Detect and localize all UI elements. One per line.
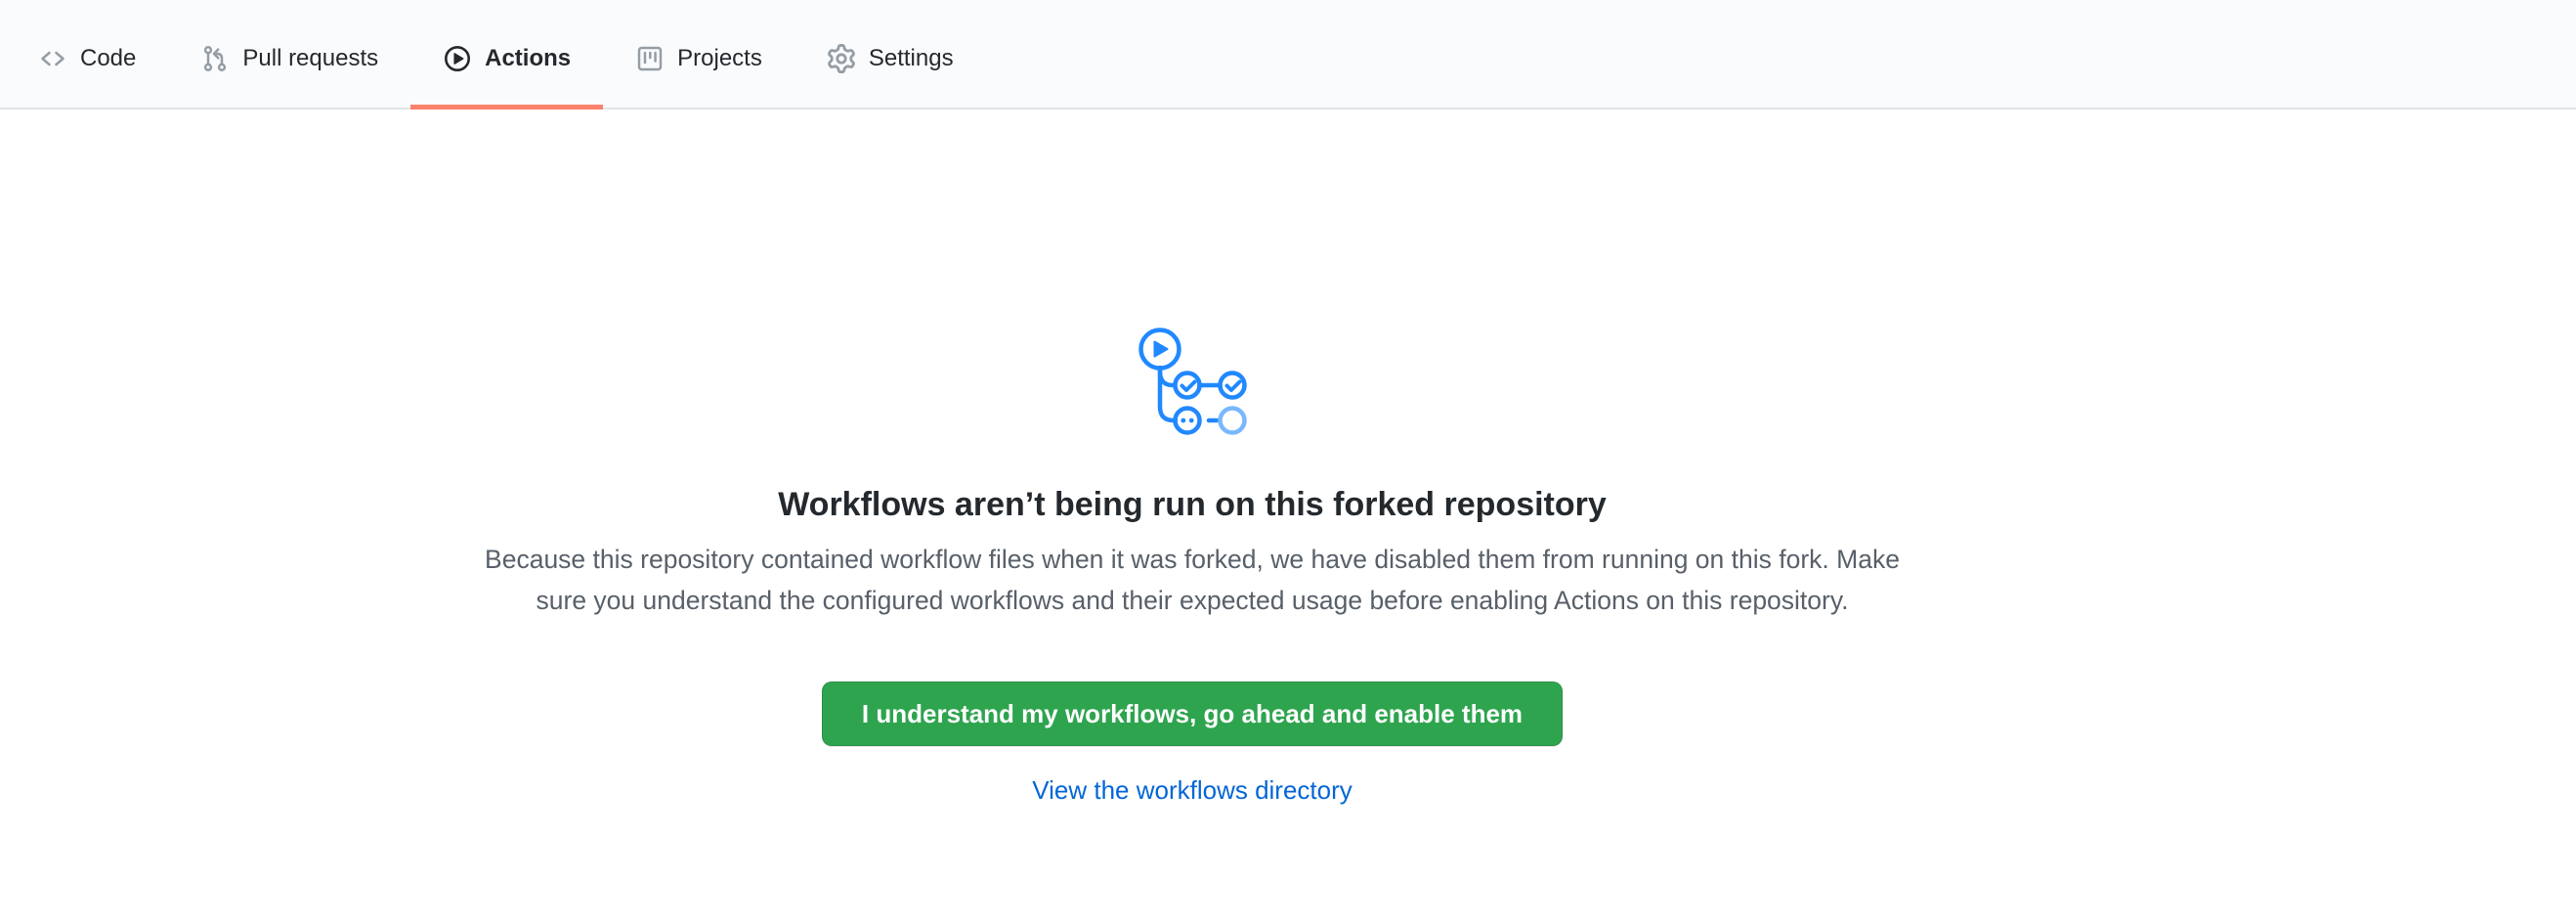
tab-label: Projects	[677, 47, 762, 70]
view-workflows-directory-link[interactable]: View the workflows directory	[1032, 775, 1352, 805]
play-circle-icon	[443, 44, 472, 73]
gear-icon	[827, 44, 856, 73]
project-board-icon	[635, 44, 665, 73]
tab-label: Pull requests	[242, 47, 378, 70]
page-title: Workflows aren’t being run on this forke…	[0, 484, 2384, 525]
description-line-1: Because this repository contained workfl…	[362, 539, 2023, 580]
workflows-link-row: View the workflows directory	[0, 775, 2384, 806]
actions-disabled-blankslate: Workflows aren’t being run on this forke…	[0, 327, 2384, 806]
code-icon	[38, 44, 67, 73]
tab-code[interactable]: Code	[6, 0, 168, 108]
tab-label: Code	[80, 47, 136, 70]
description-text: Because this repository contained workfl…	[362, 539, 2023, 621]
tab-pull-requests[interactable]: Pull requests	[168, 0, 410, 108]
workflow-graph-icon	[0, 327, 2384, 445]
tab-settings[interactable]: Settings	[794, 0, 986, 108]
repo-tab-bar: Code Pull requests Actions	[0, 0, 2576, 110]
tab-actions[interactable]: Actions	[410, 0, 603, 108]
description-line-2: sure you understand the configured workf…	[362, 580, 2023, 621]
git-pull-request-icon	[200, 44, 230, 73]
enable-workflows-button[interactable]: I understand my workflows, go ahead and …	[822, 681, 1563, 746]
tab-projects[interactable]: Projects	[603, 0, 794, 108]
tab-label: Actions	[485, 47, 571, 70]
tab-label: Settings	[869, 47, 954, 70]
enable-button-row: I understand my workflows, go ahead and …	[0, 681, 2384, 746]
